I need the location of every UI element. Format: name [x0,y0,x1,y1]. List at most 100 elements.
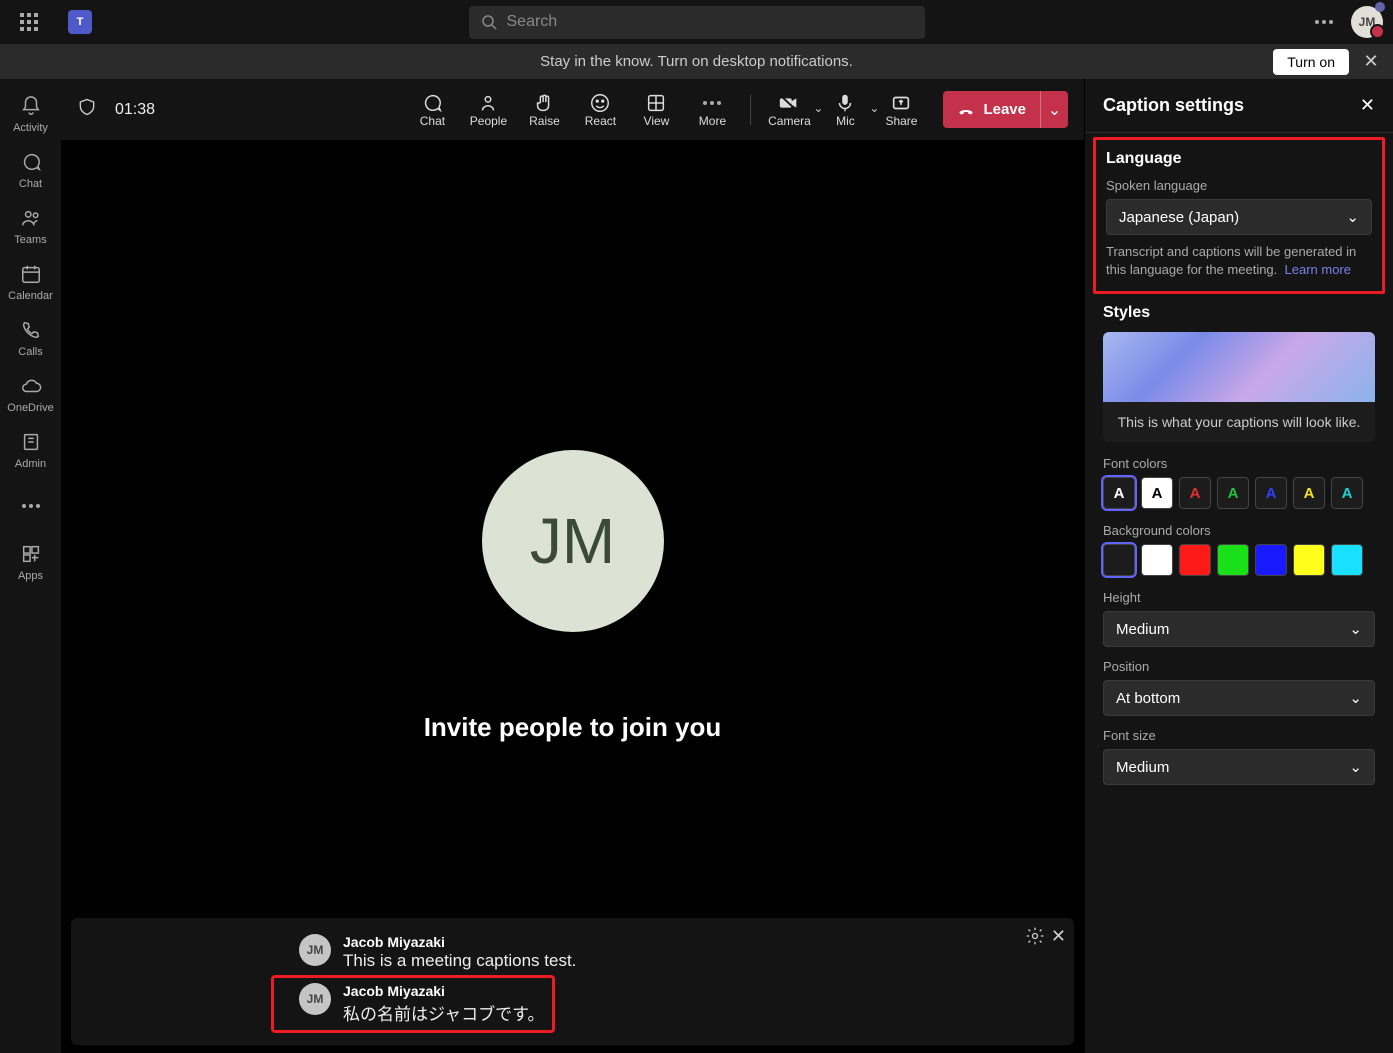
position-label: Position [1103,659,1375,674]
leave-dropdown[interactable]: ⌄ [1040,91,1068,128]
rail-more[interactable] [3,479,59,533]
position-dropdown[interactable]: At bottom⌄ [1103,680,1375,716]
bg-color-yellow[interactable] [1293,544,1325,576]
font-colors-label: Font colors [1103,456,1375,471]
camera-off-icon [777,92,801,114]
speaker-name: Jacob Miyazaki [343,934,576,950]
calendar-icon [19,262,43,286]
font-color-yellow[interactable]: A [1293,477,1325,509]
bg-color-white[interactable] [1141,544,1173,576]
leave-button[interactable]: Leave ⌄ [943,91,1068,128]
captions-panel: ✕ JM Jacob MiyazakiThis is a meeting cap… [71,918,1074,1045]
bg-color-cyan[interactable] [1331,544,1363,576]
profile-avatar[interactable]: JM [1351,6,1383,38]
fontsize-dropdown[interactable]: Medium⌄ [1103,749,1375,785]
invite-text: Invite people to join you [424,712,722,743]
raise-button[interactable]: Raise [516,85,572,135]
chat-bubble-icon [421,92,443,114]
shield-icon[interactable] [77,97,97,122]
more-button[interactable]: More [684,85,740,135]
meeting-toolbar: 01:38 Chat People Raise React View More … [61,79,1084,140]
bg-color-swatches [1103,544,1375,576]
preview-text: This is what your captions will look lik… [1103,402,1375,442]
grid-icon [645,92,667,114]
panel-title: Caption settings [1103,95,1244,116]
height-dropdown[interactable]: Medium⌄ [1103,611,1375,647]
people-icon [477,92,499,114]
share-icon [890,92,912,114]
preview-image [1103,332,1375,402]
font-color-red[interactable]: A [1179,477,1211,509]
people-button[interactable]: People [460,85,516,135]
caption-text: This is a meeting captions test. [343,951,576,971]
rail-onedrive[interactable]: OneDrive [3,367,59,421]
learn-more-link[interactable]: Learn more [1285,262,1351,277]
search-input[interactable]: Search [469,6,925,39]
rail-teams[interactable]: Teams [3,199,59,253]
close-icon[interactable]: ✕ [1357,48,1385,76]
divider [750,95,751,125]
font-color-cyan[interactable]: A [1331,477,1363,509]
view-button[interactable]: View [628,85,684,135]
meeting-timer: 01:38 [115,101,155,119]
app-launcher-icon[interactable] [20,13,38,31]
rail-calls[interactable]: Calls [3,311,59,365]
search-placeholder: Search [507,13,558,31]
teams-logo-icon[interactable]: T [68,10,92,34]
turn-on-button[interactable]: Turn on [1273,49,1349,75]
apps-icon [19,542,43,566]
chevron-down-icon: ⌄ [1349,620,1362,638]
meeting-window: 01:38 Chat People Raise React View More … [61,79,1084,1053]
title-bar: T Search JM [0,0,1393,44]
hand-icon [533,92,555,114]
chat-button[interactable]: Chat [404,85,460,135]
bell-icon [19,94,43,118]
chevron-down-icon: ⌄ [1349,689,1362,707]
mic-icon [834,92,856,114]
font-color-white[interactable]: A [1103,477,1135,509]
chevron-down-icon: ⌄ [1346,208,1359,226]
react-button[interactable]: React [572,85,628,135]
rail-apps[interactable]: Apps [3,535,59,589]
admin-icon [19,430,43,454]
caption-row: JM Jacob MiyazakiThis is a meeting capti… [89,928,1056,977]
camera-button[interactable]: ⌄Camera [761,85,817,135]
cloud-icon [19,374,43,398]
caption-preview: This is what your captions will look lik… [1103,332,1375,442]
spoken-language-dropdown[interactable]: Japanese (Japan) ⌄ [1106,199,1372,235]
notification-bar: Stay in the know. Turn on desktop notifi… [0,44,1393,79]
height-label: Height [1103,590,1375,605]
rail-activity[interactable]: Activity [3,87,59,141]
speaker-name: Jacob Miyazaki [343,983,544,999]
caption-settings-panel: Caption settings ✕ Language Spoken langu… [1084,79,1393,1053]
bg-color-green[interactable] [1217,544,1249,576]
rail-chat[interactable]: Chat [3,143,59,197]
bg-color-blue[interactable] [1255,544,1287,576]
language-heading: Language [1106,150,1372,168]
phone-icon [19,318,43,342]
gear-icon[interactable] [1025,926,1045,951]
rail-admin[interactable]: Admin [3,423,59,477]
share-button[interactable]: Share [873,85,929,135]
rail-calendar[interactable]: Calendar [3,255,59,309]
app-rail: Activity Chat Teams Calendar Calls OneDr… [0,79,61,1053]
emoji-icon [589,92,611,114]
search-icon [481,14,497,30]
bg-color-black[interactable] [1103,544,1135,576]
close-icon[interactable]: ✕ [1360,95,1375,116]
caption-text: 私の名前はジャコブです。 [343,1000,544,1025]
font-color-green[interactable]: A [1217,477,1249,509]
language-section-highlighted: Language Spoken language Japanese (Japan… [1093,137,1385,294]
notification-text: Stay in the know. Turn on desktop notifi… [540,53,853,70]
fontsize-label: Font size [1103,728,1375,743]
bg-color-red[interactable] [1179,544,1211,576]
font-color-blue[interactable]: A [1255,477,1287,509]
language-help-text: Transcript and captions will be generate… [1106,243,1372,279]
font-color-black[interactable]: A [1141,477,1173,509]
bg-colors-label: Background colors [1103,523,1375,538]
close-icon[interactable]: ✕ [1051,926,1066,951]
more-options-icon[interactable] [1315,20,1333,24]
ellipsis-icon [19,494,43,518]
hangup-icon [957,101,975,119]
mic-button[interactable]: ⌄Mic [817,85,873,135]
